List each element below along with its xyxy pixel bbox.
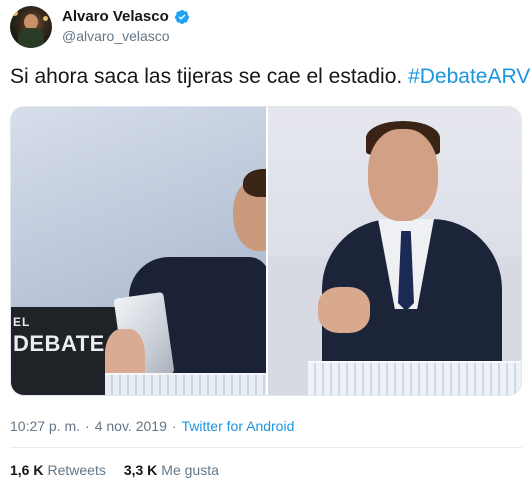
tweet-stats: 1,6 K Retweets 3,3 K Me gusta bbox=[10, 462, 237, 478]
likes-stat[interactable]: 3,3 K Me gusta bbox=[124, 462, 219, 478]
author-display-name[interactable]: Alvaro Velasco bbox=[62, 8, 169, 25]
debate-logo-main: DEBATE bbox=[13, 331, 105, 356]
photo-left[interactable]: EL DEBATE bbox=[11, 107, 266, 395]
tweet-source-link[interactable]: Twitter for Android bbox=[182, 418, 295, 434]
meta-separator: · bbox=[171, 418, 177, 434]
speaker-hand bbox=[318, 287, 370, 333]
tweet-body-text: Si ahora saca las tijeras se cae el esta… bbox=[10, 65, 403, 88]
podium bbox=[105, 373, 266, 395]
tweet-media[interactable]: EL DEBATE bbox=[10, 106, 522, 396]
photo-right[interactable] bbox=[268, 107, 521, 395]
debate-logo-top: EL bbox=[13, 315, 31, 329]
speaker-head bbox=[368, 129, 438, 221]
divider bbox=[10, 447, 522, 448]
author-name-row[interactable]: Alvaro Velasco bbox=[62, 8, 190, 25]
meta-separator: · bbox=[85, 418, 90, 434]
tweet-text: Si ahora saca las tijeras se cae el esta… bbox=[10, 64, 530, 90]
verified-badge-icon bbox=[174, 9, 189, 24]
author-handle[interactable]: @alvaro_velasco bbox=[62, 28, 170, 44]
retweets-count: 1,6 K bbox=[10, 462, 44, 478]
tweet-time[interactable]: 10:27 p. m. bbox=[10, 418, 80, 434]
likes-label: Me gusta bbox=[161, 462, 219, 478]
tweet-date[interactable]: 4 nov. 2019 bbox=[95, 418, 167, 434]
podium bbox=[308, 361, 521, 395]
retweets-label: Retweets bbox=[47, 462, 106, 478]
debate-logo: EL DEBATE bbox=[13, 315, 105, 357]
hashtag-link[interactable]: #DebateARV bbox=[408, 65, 530, 88]
likes-count: 3,3 K bbox=[123, 462, 158, 478]
retweets-stat[interactable]: 1,6 K Retweets bbox=[10, 462, 106, 478]
tweet-meta: 10:27 p. m. · 4 nov. 2019 · Twitter for … bbox=[10, 418, 294, 434]
tweet: Alvaro Velasco @alvaro_velasco Si ahora … bbox=[0, 0, 532, 491]
avatar[interactable] bbox=[10, 6, 52, 48]
